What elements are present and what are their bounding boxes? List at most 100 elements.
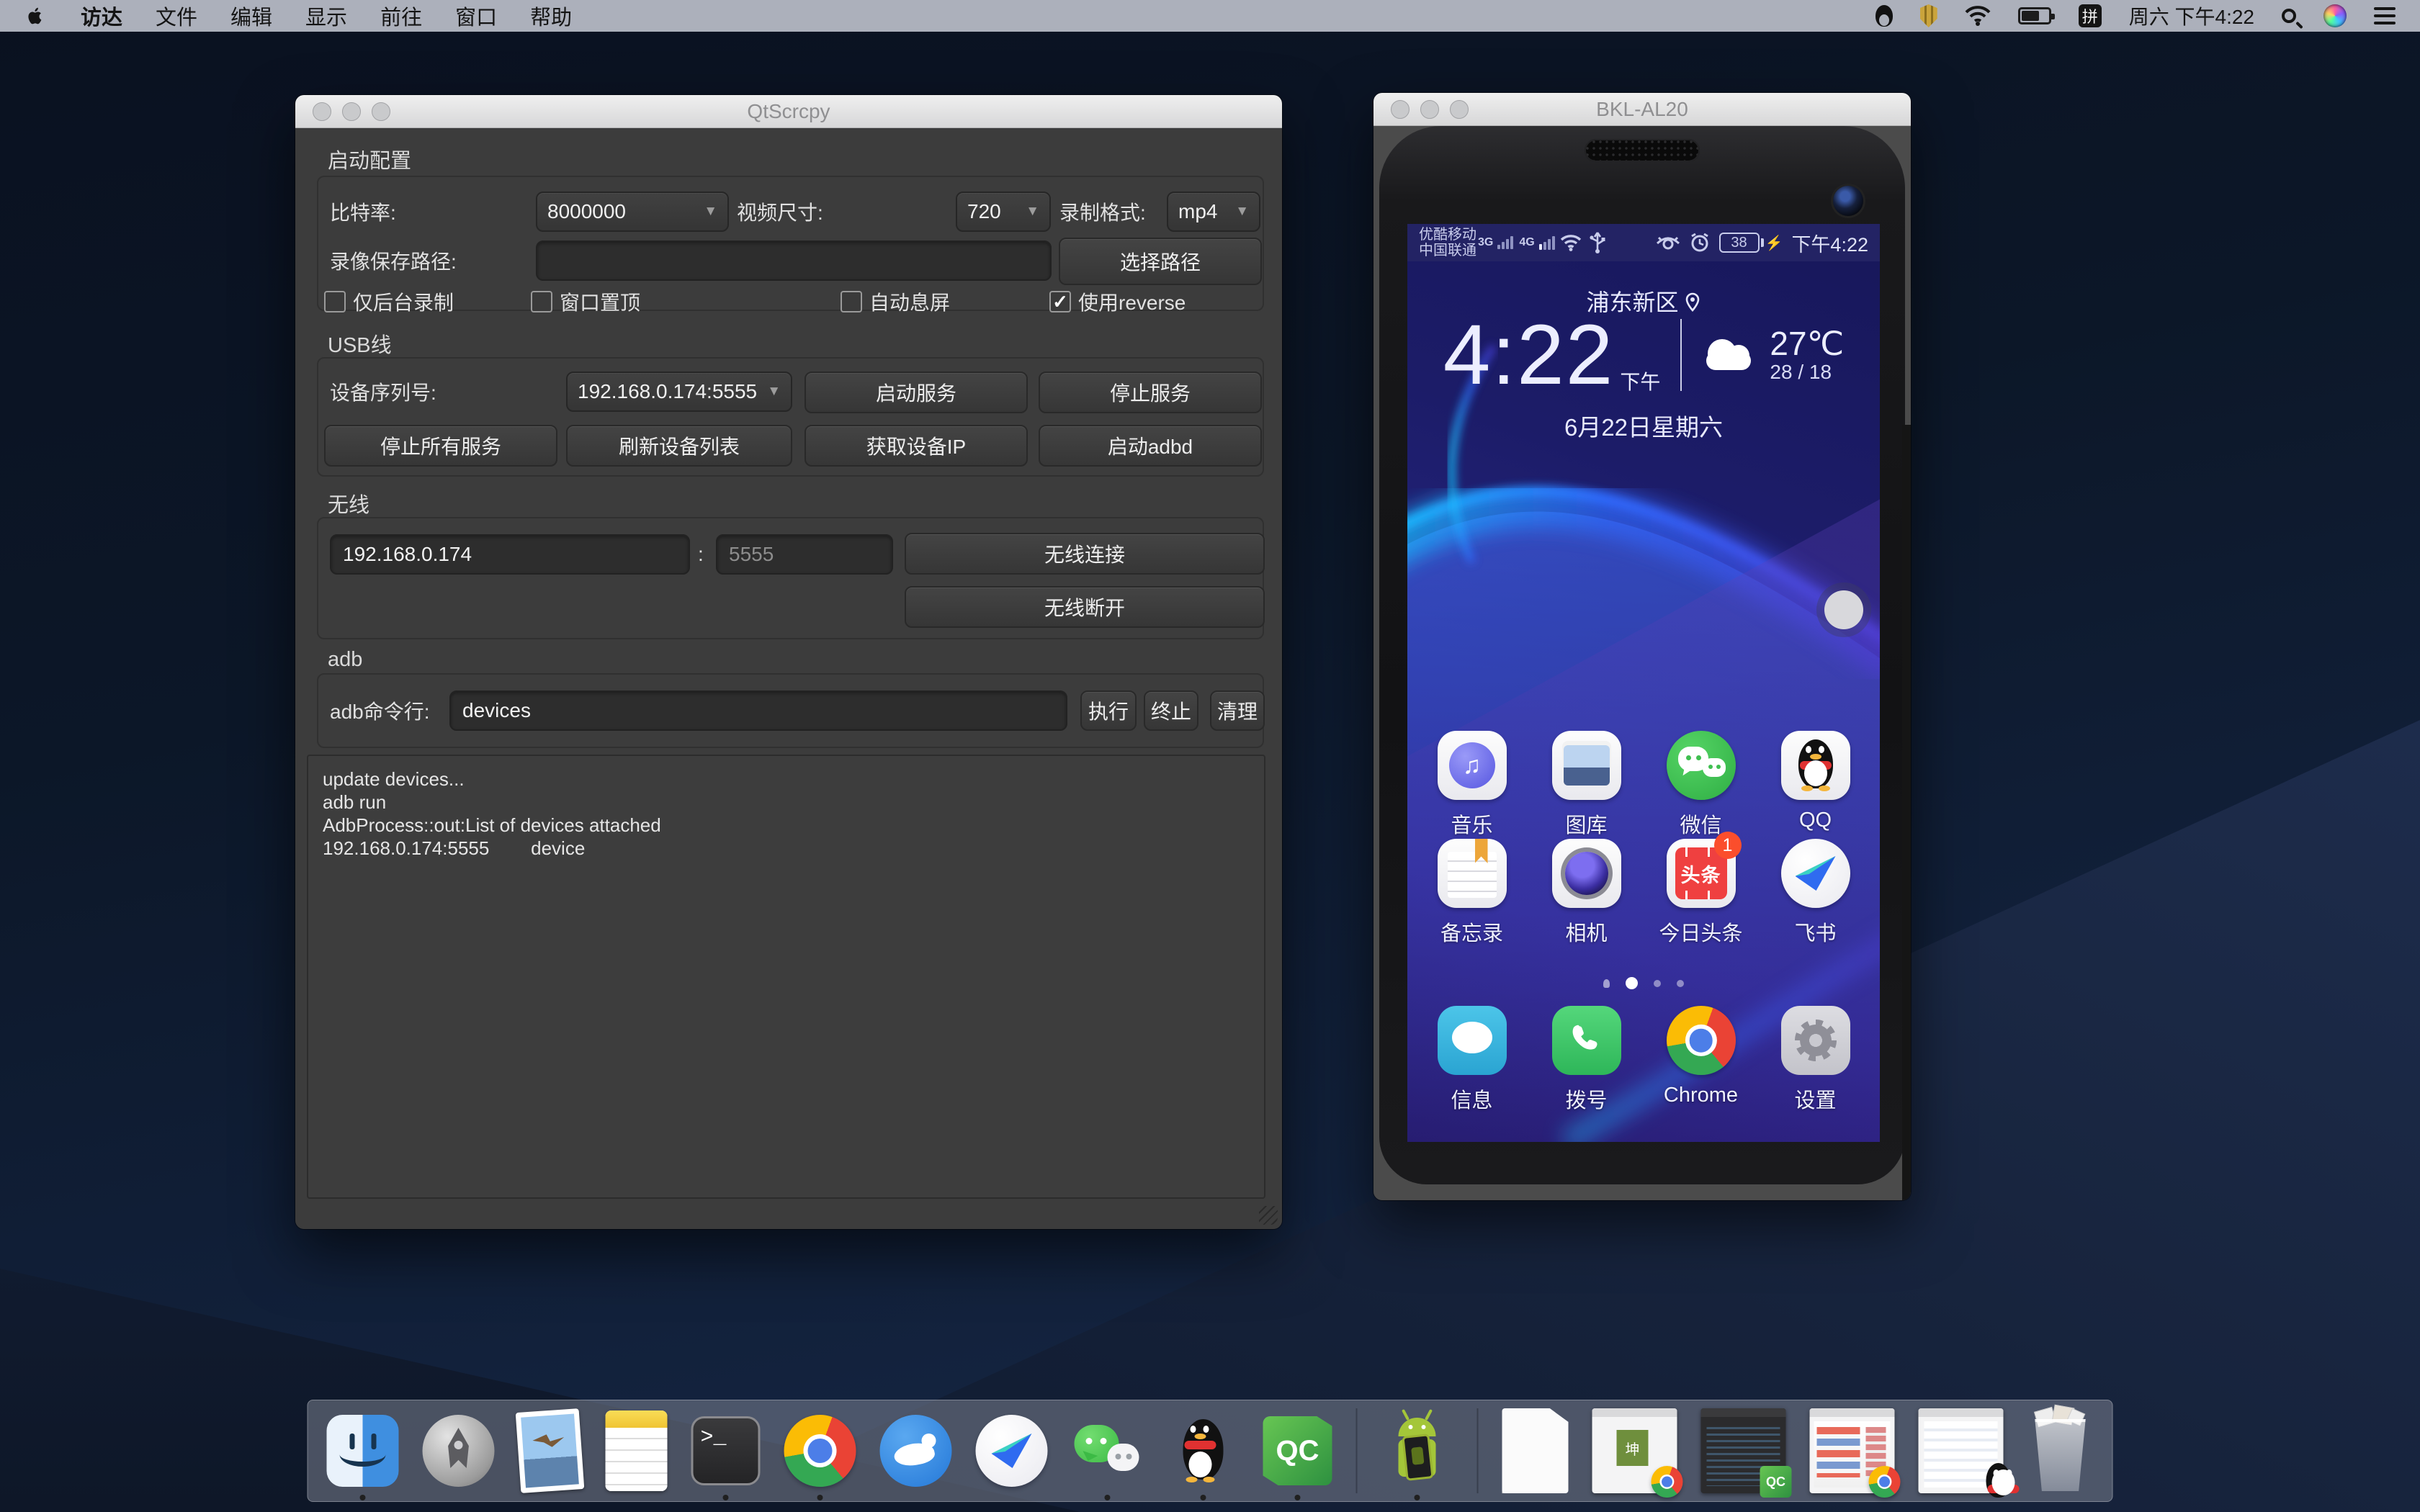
minimize-button[interactable]: [1420, 100, 1439, 119]
get-device-ip-button[interactable]: 获取设备IP: [805, 425, 1028, 467]
wireless-group: 192.168.0.174 : 5555 无线连接 无线断开: [317, 517, 1264, 639]
battery-indicator: 38 ⚡: [1719, 233, 1783, 253]
app-settings[interactable]: 设置: [1758, 1006, 1873, 1114]
stop-all-services-button[interactable]: 停止所有服务: [324, 425, 557, 467]
adb-log-output[interactable]: update devices... adb run AdbProcess::ou…: [307, 755, 1265, 1199]
zoom-button[interactable]: [1450, 100, 1469, 119]
close-button[interactable]: [1391, 100, 1410, 119]
execute-button[interactable]: 执行: [1080, 690, 1137, 731]
menu-bar: 访达 文件 编辑 显示 前往 窗口 帮助 拼 周六 下午4:22: [0, 0, 2420, 32]
launch-config-group: 比特率: 8000000▼ 视频尺寸: 720▼ 录制格式: mp4▼ 录像保存…: [317, 176, 1264, 311]
dock-paper-plane-app[interactable]: [976, 1408, 1048, 1494]
dock-minimized-webpage-window[interactable]: [1810, 1408, 1895, 1494]
menu-view[interactable]: 显示: [305, 1, 347, 31]
menu-file[interactable]: 文件: [156, 1, 197, 31]
menu-go[interactable]: 前往: [380, 1, 422, 31]
dock-minimized-qq-window[interactable]: [1919, 1408, 2004, 1494]
phone-side-toolbar[interactable]: [1902, 425, 1911, 1200]
app-wechat[interactable]: 微信: [1644, 731, 1758, 839]
dock-terminal[interactable]: >_: [691, 1408, 761, 1494]
search-icon[interactable]: [2282, 9, 2296, 23]
chevron-down-icon: ▼: [760, 384, 781, 400]
choose-path-button[interactable]: 选择路径: [1059, 238, 1262, 285]
adb-cmd-input[interactable]: devices: [449, 690, 1067, 731]
wireless-ip-input[interactable]: 192.168.0.174: [330, 534, 690, 575]
close-button[interactable]: [313, 102, 331, 121]
terminate-button[interactable]: 终止: [1144, 690, 1198, 731]
qtscrcpy-titlebar[interactable]: QtScrcpy: [295, 95, 1282, 128]
start-adbd-button[interactable]: 启动adbd: [1039, 425, 1262, 467]
menu-window[interactable]: 窗口: [455, 1, 497, 31]
siri-icon[interactable]: [2323, 4, 2347, 27]
dock-launchpad[interactable]: [423, 1408, 495, 1494]
wireless-disconnect-button[interactable]: 无线断开: [905, 586, 1265, 628]
app-chrome[interactable]: Chrome: [1644, 1006, 1758, 1114]
wireless-port-input[interactable]: 5555: [716, 534, 893, 575]
dock-mail[interactable]: [519, 1408, 582, 1494]
dock-notes[interactable]: [606, 1408, 668, 1494]
phone-window-titlebar[interactable]: BKL-AL20: [1373, 93, 1911, 126]
app-toutiao[interactable]: 头条 1 今日头条: [1644, 839, 1758, 947]
video-size-combobox[interactable]: 720▼: [956, 192, 1051, 232]
app-gallery[interactable]: 图库: [1529, 731, 1644, 839]
menu-help[interactable]: 帮助: [530, 1, 572, 31]
serial-combobox[interactable]: 192.168.0.174:5555▼: [566, 372, 792, 412]
app-notes[interactable]: 备忘录: [1415, 839, 1529, 947]
app-feishu[interactable]: 飞书: [1758, 839, 1873, 947]
stop-service-button[interactable]: 停止服务: [1039, 372, 1262, 413]
clock-widget[interactable]: 4:22 下午 27℃ 28 / 18: [1407, 305, 1880, 405]
assistive-touch-ball[interactable]: [1816, 582, 1871, 637]
dock-chrome[interactable]: [784, 1408, 856, 1494]
app-dialer[interactable]: 拨号: [1529, 1006, 1644, 1114]
dock-trash[interactable]: [2027, 1408, 2094, 1494]
minimize-button[interactable]: [342, 102, 361, 121]
clear-button[interactable]: 清理: [1210, 690, 1265, 731]
section-adb: adb: [328, 648, 362, 672]
terminal-icon: >_: [691, 1416, 761, 1485]
app-messages[interactable]: 信息: [1415, 1006, 1529, 1114]
shield-status-icon[interactable]: [1920, 4, 1937, 27]
dock-wechat[interactable]: [1072, 1408, 1144, 1494]
resize-grip[interactable]: [1259, 1206, 1278, 1225]
phone-window-body: 优酷移动 中国联通 3G 4G 38 ⚡ 下午4:22: [1373, 126, 1911, 1200]
bitrate-combobox[interactable]: 8000000▼: [536, 192, 729, 232]
pinyin-input-icon[interactable]: 拼: [2079, 4, 2102, 27]
menubar-clock[interactable]: 周六 下午4:22: [2129, 1, 2254, 30]
checkbox-always-on-top[interactable]: 窗口置顶: [531, 289, 640, 314]
refresh-device-list-button[interactable]: 刷新设备列表: [566, 425, 792, 467]
signal-bars-icon: [1539, 236, 1555, 250]
checkbox-screen-off[interactable]: 自动息屏: [841, 289, 950, 314]
dock-minimized-chrome-window[interactable]: 坤: [1592, 1408, 1677, 1494]
dock-qq[interactable]: [1168, 1408, 1240, 1494]
log-line: AdbProcess::out:List of devices attached: [323, 814, 1250, 837]
dock-document[interactable]: [1502, 1408, 1569, 1494]
wireless-connect-button[interactable]: 无线连接: [905, 533, 1265, 575]
app-camera[interactable]: 相机: [1529, 839, 1644, 947]
checkbox-use-reverse[interactable]: 使用reverse: [1049, 289, 1186, 314]
zoom-button[interactable]: [372, 102, 390, 121]
dock-seal-app[interactable]: [880, 1408, 952, 1494]
record-path-input[interactable]: [536, 240, 1052, 281]
checkbox-background-record[interactable]: 仅后台录制: [324, 289, 454, 314]
wifi-icon[interactable]: [1965, 5, 1991, 27]
apple-menu-icon[interactable]: [24, 4, 49, 28]
qq-status-icon[interactable]: [1876, 5, 1893, 27]
messages-app-icon: [1438, 1006, 1507, 1075]
checkbox-box[interactable]: [531, 291, 552, 312]
checkbox-box[interactable]: [324, 291, 346, 312]
start-service-button[interactable]: 启动服务: [805, 372, 1028, 413]
app-qq[interactable]: QQ: [1758, 731, 1873, 839]
menu-edit[interactable]: 编辑: [230, 1, 272, 31]
checkbox-box[interactable]: [841, 291, 862, 312]
menu-finder[interactable]: 访达: [81, 1, 122, 31]
dock-qtcreator[interactable]: QC: [1263, 1408, 1332, 1494]
app-music[interactable]: ♫ 音乐: [1415, 731, 1529, 839]
dock-minimized-qtcreator-window[interactable]: QC: [1701, 1408, 1786, 1494]
checkbox-box-checked[interactable]: [1049, 291, 1071, 312]
phone-screen[interactable]: 优酷移动 中国联通 3G 4G 38 ⚡ 下午4:22: [1407, 224, 1880, 1142]
dock-finder[interactable]: [327, 1408, 399, 1494]
battery-icon[interactable]: [2018, 7, 2051, 24]
notification-center-icon[interactable]: [2374, 7, 2396, 24]
record-format-combobox[interactable]: mp4▼: [1167, 192, 1260, 232]
dock-scrcpy-robot[interactable]: [1381, 1408, 1453, 1494]
